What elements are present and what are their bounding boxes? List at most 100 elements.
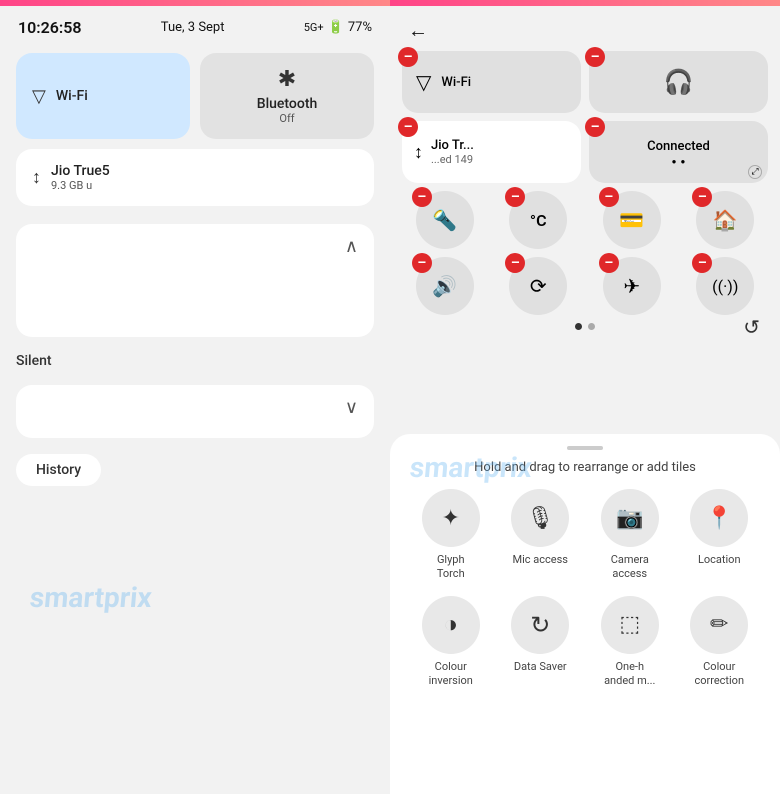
wifi-tile[interactable]: ▽ Wi-Fi xyxy=(16,53,190,139)
remove-hotspot-badge[interactable]: – xyxy=(692,253,712,273)
add-tile-camera[interactable]: 📷 Cameraaccess xyxy=(589,489,671,582)
page-dot-1 xyxy=(575,323,582,330)
jio-name: Jio Tr... xyxy=(431,138,474,153)
remove-jio-badge[interactable]: – xyxy=(398,117,418,137)
remove-card-badge[interactable]: – xyxy=(599,187,619,207)
hold-drag-text: Hold and drag to rearrange or add tiles xyxy=(406,460,764,475)
remove-torch-badge[interactable]: – xyxy=(412,187,432,207)
add-tiles-grid: ✦ GlyphTorch 🎙 Mic access 📷 Cameraaccess xyxy=(406,489,764,688)
data-saver-circle: ↻ xyxy=(511,596,569,654)
glyph-torch-circle: ✦ xyxy=(422,489,480,547)
history-button[interactable]: History xyxy=(16,454,101,486)
add-tile-one-handed[interactable]: ⬚ One-handed m... xyxy=(589,596,671,689)
wifi-label: Wi-Fi xyxy=(56,88,88,104)
add-tile-data-saver[interactable]: ↻ Data Saver xyxy=(500,596,582,689)
watermark-left: smartprix xyxy=(29,581,154,614)
right-panel: ← – ▽ Wi-Fi – 🎧 – ↕ Jio Tr... ...ed 149 … xyxy=(390,0,780,794)
remove-home-badge[interactable]: – xyxy=(692,187,712,207)
remove-connected-badge[interactable]: – xyxy=(585,117,605,137)
status-bar: 10:26:58 Tue, 3 Sept 5G+ 🔋 77% xyxy=(0,6,390,45)
hotspot-icon: ((·)) xyxy=(712,277,738,296)
mic-label: Mic access xyxy=(513,553,568,567)
hotspot-edit-tile[interactable]: – ((·)) xyxy=(696,257,754,315)
rotate-tile-wrap: – ⟳ xyxy=(496,257,582,315)
colour-correction-label: Colourcorrection xyxy=(694,660,744,689)
hotspot-tile-wrap: – ((·)) xyxy=(683,257,769,315)
temp-edit-tile[interactable]: – °C xyxy=(509,191,567,249)
volume-edit-tile[interactable]: – 🔊 xyxy=(416,257,474,315)
headphones-icon: 🎧 xyxy=(664,68,694,96)
wifi-edit-tile[interactable]: – ▽ Wi-Fi xyxy=(402,51,581,113)
remove-rotate-badge[interactable]: – xyxy=(505,253,525,273)
right-top-bar: ← xyxy=(390,6,780,51)
glyph-torch-label: GlyphTorch xyxy=(437,553,465,582)
airplane-tile-wrap: – ✈ xyxy=(589,257,675,315)
data-saver-label: Data Saver xyxy=(514,660,567,674)
back-button[interactable]: ← xyxy=(408,18,428,43)
notification-section-2[interactable]: ∨ xyxy=(16,385,374,438)
camera-label: Cameraaccess xyxy=(611,553,649,582)
home-edit-tile[interactable]: – 🏠 xyxy=(696,191,754,249)
bluetooth-icon: ✱ xyxy=(278,67,296,92)
airplane-icon: ✈ xyxy=(623,274,640,298)
chevron-down-icon[interactable]: ∨ xyxy=(345,397,358,418)
history-icon[interactable]: ↺ xyxy=(743,315,760,339)
data-tile[interactable]: ↕ Jio True5 9.3 GB u xyxy=(16,149,374,206)
one-handed-circle: ⬚ xyxy=(601,596,659,654)
data-arrows-icon: ↕ xyxy=(414,142,423,163)
silent-label: Silent xyxy=(0,347,390,375)
colour-correction-circle: ✏ xyxy=(690,596,748,654)
add-tile-mic[interactable]: 🎙 Mic access xyxy=(500,489,582,582)
section-header-1: ∧ xyxy=(32,236,358,257)
remove-temp-badge[interactable]: – xyxy=(505,187,525,207)
location-label: Location xyxy=(698,553,741,567)
card-tile-wrap: – 💳 xyxy=(589,191,675,249)
drag-handle xyxy=(567,446,603,450)
section-header-2: ∨ xyxy=(32,397,358,418)
expand-icon[interactable]: ⤢ xyxy=(748,165,762,179)
torch-tile-wrap: – 🔦 xyxy=(402,191,488,249)
location-circle: 📍 xyxy=(690,489,748,547)
location-icon: 📍 xyxy=(706,506,733,531)
status-icons: 5G+ 🔋 77% xyxy=(304,20,372,35)
wifi-edit-icon: ▽ xyxy=(416,70,431,94)
dot1: ● xyxy=(672,157,677,166)
page-dot-2 xyxy=(588,323,595,330)
notification-section-1[interactable]: ∧ xyxy=(16,224,374,337)
chevron-up-icon[interactable]: ∧ xyxy=(345,236,358,257)
torch-edit-tile[interactable]: – 🔦 xyxy=(416,191,474,249)
add-tile-colour-inversion[interactable]: ◑ Colourinversion xyxy=(410,596,492,689)
connected-edit-tile[interactable]: – Connected ● ● ⤢ xyxy=(589,121,768,183)
signal-icon: 5G+ xyxy=(304,21,324,34)
data-sub: 9.3 GB u xyxy=(51,179,110,192)
edit-tiles-row3: – 🔦 – °C – 💳 – 🏠 xyxy=(390,191,780,249)
add-tile-location[interactable]: 📍 Location xyxy=(679,489,761,582)
bluetooth-tile[interactable]: ✱ Bluetooth Off xyxy=(200,53,374,139)
quick-tiles-grid: ▽ Wi-Fi ✱ Bluetooth Off ↕ Jio True5 9.3 … xyxy=(0,45,390,214)
colour-correction-icon: ✏ xyxy=(710,612,728,637)
wifi-icon: ▽ xyxy=(32,86,46,107)
remove-headphones-badge[interactable]: – xyxy=(585,47,605,67)
camera-circle: 📷 xyxy=(601,489,659,547)
bluetooth-label: Bluetooth xyxy=(257,96,318,112)
dot2: ● xyxy=(681,157,686,166)
one-handed-label: One-handed m... xyxy=(604,660,655,689)
airplane-edit-tile[interactable]: – ✈ xyxy=(603,257,661,315)
add-tile-colour-correction[interactable]: ✏ Colourcorrection xyxy=(679,596,761,689)
rotate-icon: ⟳ xyxy=(530,274,547,298)
jio-edit-tile[interactable]: – ↕ Jio Tr... ...ed 149 xyxy=(402,121,581,183)
add-tile-glyph-torch[interactable]: ✦ GlyphTorch xyxy=(410,489,492,582)
battery-level: 77% xyxy=(348,20,372,35)
mic-circle: 🎙 xyxy=(511,489,569,547)
remove-volume-badge[interactable]: – xyxy=(412,253,432,273)
card-edit-tile[interactable]: – 💳 xyxy=(603,191,661,249)
headphones-edit-tile[interactable]: – 🎧 xyxy=(589,51,768,113)
time-display: 10:26:58 xyxy=(18,18,82,37)
camera-icon: 📷 xyxy=(616,506,643,531)
home-icon: 🏠 xyxy=(713,208,738,232)
rotate-edit-tile[interactable]: – ⟳ xyxy=(509,257,567,315)
remove-airplane-badge[interactable]: – xyxy=(599,253,619,273)
pagination-row: ↺ xyxy=(390,319,780,334)
battery-icon: 🔋 xyxy=(328,20,344,35)
remove-wifi-badge[interactable]: – xyxy=(398,47,418,67)
